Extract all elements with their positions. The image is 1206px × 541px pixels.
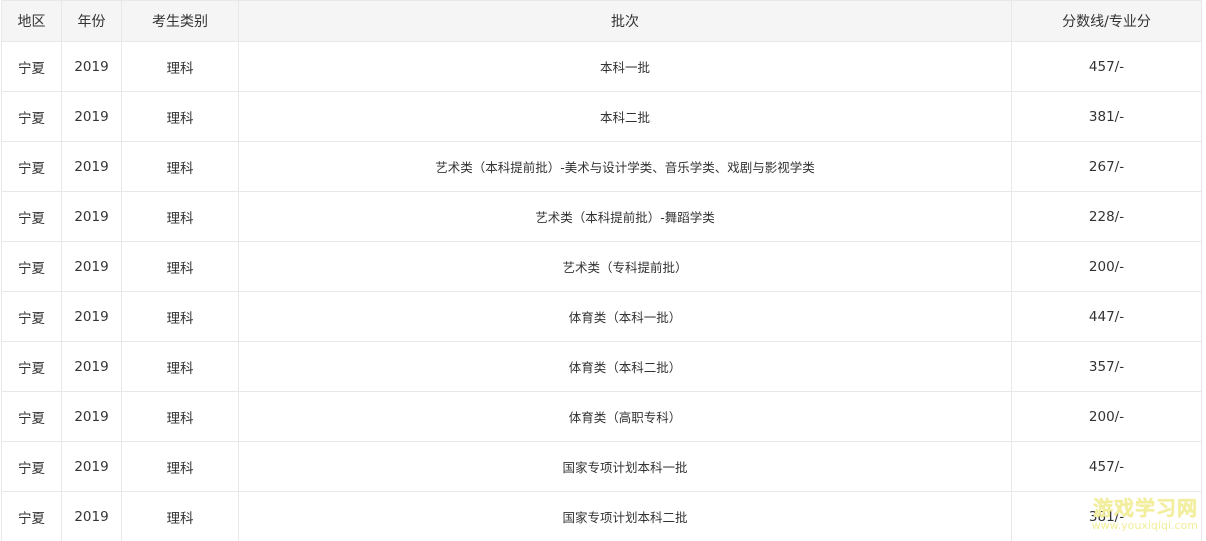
cell-year: 2019 [61,141,122,192]
page: 地区 年份 考生类别 批次 分数线/专业分 宁夏 2019 理科 本科一批 45… [0,0,1206,541]
cell-category: 理科 [121,441,239,492]
cell-category: 理科 [121,91,239,142]
score-table: 地区 年份 考生类别 批次 分数线/专业分 宁夏 2019 理科 本科一批 45… [1,0,1202,541]
cell-year: 2019 [61,291,122,342]
table-row: 宁夏 2019 理科 国家专项计划本科二批 381/- [1,491,1202,541]
table-row: 宁夏 2019 理科 体育类（本科一批） 447/- [1,291,1202,342]
cell-score: 200/- [1011,391,1202,442]
table-row: 宁夏 2019 理科 本科一批 457/- [1,41,1202,92]
cell-category: 理科 [121,391,239,442]
cell-score: 381/- [1011,91,1202,142]
cell-region: 宁夏 [1,291,62,342]
cell-region: 宁夏 [1,141,62,192]
cell-year: 2019 [61,241,122,292]
header-year: 年份 [61,0,122,42]
table-row: 宁夏 2019 理科 艺术类（本科提前批）-美术与设计学类、音乐学类、戏剧与影视… [1,141,1202,192]
cell-year: 2019 [61,191,122,242]
cell-batch: 艺术类（本科提前批）-美术与设计学类、音乐学类、戏剧与影视学类 [238,141,1012,192]
cell-batch: 本科二批 [238,91,1012,142]
cell-region: 宁夏 [1,441,62,492]
cell-region: 宁夏 [1,341,62,392]
cell-category: 理科 [121,241,239,292]
table-header-row: 地区 年份 考生类别 批次 分数线/专业分 [1,0,1202,42]
cell-year: 2019 [61,441,122,492]
header-region: 地区 [1,0,62,42]
cell-score: 200/- [1011,241,1202,292]
cell-year: 2019 [61,341,122,392]
header-score: 分数线/专业分 [1011,0,1202,42]
cell-category: 理科 [121,291,239,342]
table-row: 宁夏 2019 理科 国家专项计划本科一批 457/- [1,441,1202,492]
cell-batch: 国家专项计划本科一批 [238,441,1012,492]
table-row: 宁夏 2019 理科 艺术类（本科提前批）-舞蹈学类 228/- [1,191,1202,242]
cell-region: 宁夏 [1,191,62,242]
cell-category: 理科 [121,491,239,541]
cell-category: 理科 [121,41,239,92]
table-row: 宁夏 2019 理科 体育类（本科二批） 357/- [1,341,1202,392]
cell-score: 357/- [1011,341,1202,392]
cell-region: 宁夏 [1,391,62,442]
cell-region: 宁夏 [1,241,62,292]
cell-region: 宁夏 [1,491,62,541]
cell-year: 2019 [61,91,122,142]
table-row: 宁夏 2019 理科 本科二批 381/- [1,91,1202,142]
cell-score: 267/- [1011,141,1202,192]
cell-year: 2019 [61,41,122,92]
cell-score: 457/- [1011,441,1202,492]
cell-year: 2019 [61,491,122,541]
cell-score: 457/- [1011,41,1202,92]
cell-batch: 体育类（本科二批） [238,341,1012,392]
header-category: 考生类别 [121,0,239,42]
cell-category: 理科 [121,341,239,392]
cell-batch: 本科一批 [238,41,1012,92]
cell-batch: 艺术类（本科提前批）-舞蹈学类 [238,191,1012,242]
cell-score: 381/- [1011,491,1202,541]
cell-batch: 体育类（本科一批） [238,291,1012,342]
cell-batch: 艺术类（专科提前批） [238,241,1012,292]
cell-region: 宁夏 [1,41,62,92]
header-batch: 批次 [238,0,1012,42]
cell-score: 447/- [1011,291,1202,342]
cell-batch: 国家专项计划本科二批 [238,491,1012,541]
table-row: 宁夏 2019 理科 艺术类（专科提前批） 200/- [1,241,1202,292]
table-row: 宁夏 2019 理科 体育类（高职专科） 200/- [1,391,1202,442]
cell-region: 宁夏 [1,91,62,142]
cell-category: 理科 [121,141,239,192]
cell-category: 理科 [121,191,239,242]
cell-score: 228/- [1011,191,1202,242]
cell-year: 2019 [61,391,122,442]
cell-batch: 体育类（高职专科） [238,391,1012,442]
